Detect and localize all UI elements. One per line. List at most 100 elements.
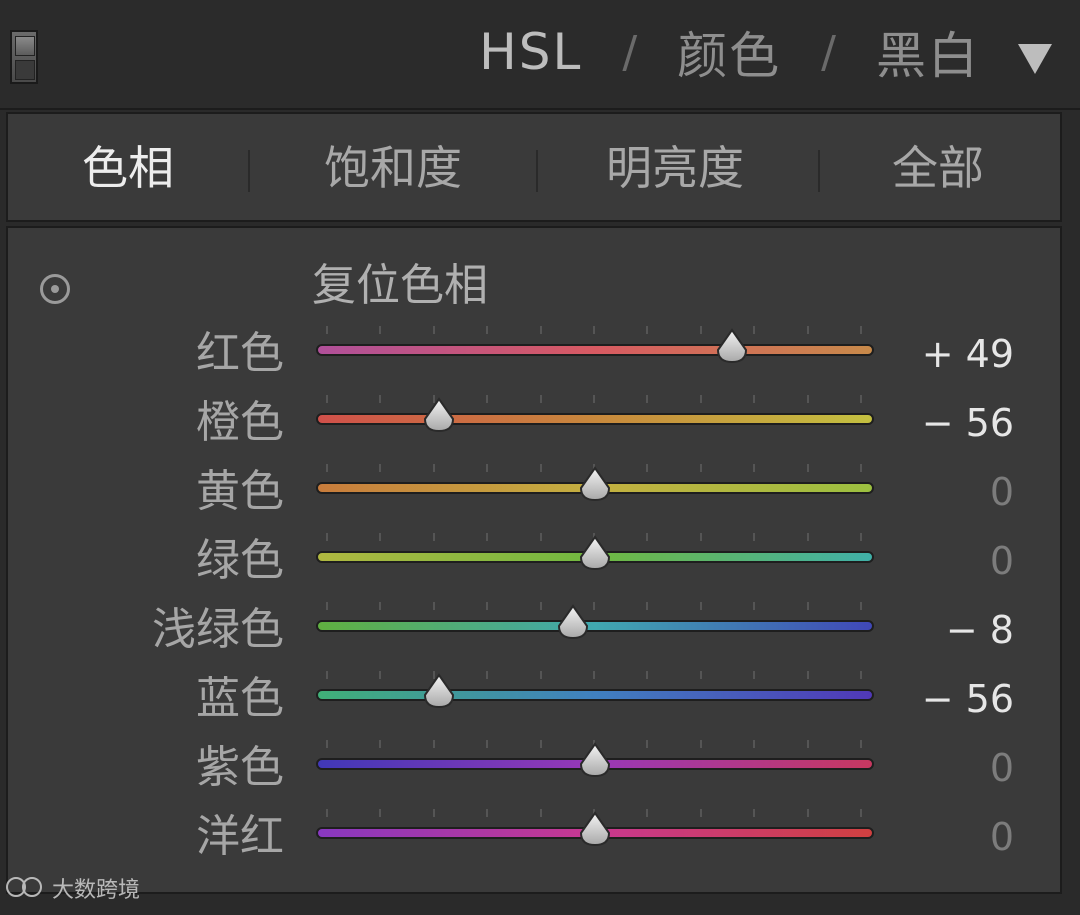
tab-divider xyxy=(536,150,538,192)
slider-tick xyxy=(860,602,862,610)
slider-tick xyxy=(326,464,328,472)
slider-value[interactable]: 0 xyxy=(990,531,1014,591)
slider-thumb[interactable] xyxy=(553,602,593,642)
slider-tick xyxy=(753,740,756,748)
slider-tick xyxy=(860,326,862,334)
slider-tick xyxy=(432,602,435,610)
slider-tick xyxy=(486,602,489,610)
tab-luminance[interactable]: 明亮度 xyxy=(606,140,744,196)
slider-value[interactable]: + 49 xyxy=(922,324,1014,384)
reset-hue-button[interactable]: 复位色相 xyxy=(312,258,488,314)
tab-hue[interactable]: 色相 xyxy=(82,140,174,196)
slider-tick xyxy=(486,809,489,817)
slider-thumb[interactable] xyxy=(419,395,459,435)
slider-value[interactable]: 0 xyxy=(990,462,1014,522)
slider-tick xyxy=(699,326,702,334)
slider-tick xyxy=(753,809,756,817)
slider-tick xyxy=(860,395,862,403)
slider-value[interactable]: − 8 xyxy=(946,600,1014,660)
slider-thumb[interactable] xyxy=(419,671,459,711)
slider-value[interactable]: − 56 xyxy=(922,669,1014,729)
hue-slider[interactable] xyxy=(316,531,874,591)
hue-sliders-panel: 复位色相 红色 + 49 橙色 − 56 黄色 0 绿色 0 浅绿色 − 8 蓝色 − 56 紫色 0 洋红… xyxy=(6,226,1062,894)
hue-slider[interactable] xyxy=(316,462,874,522)
slider-tick xyxy=(539,809,542,817)
slider-row: 浅绿色 − 8 xyxy=(8,600,1064,660)
slider-tick xyxy=(379,326,382,334)
slider-tick xyxy=(699,602,702,610)
slider-tick xyxy=(593,671,595,679)
mode-hsl[interactable]: HSL xyxy=(479,23,582,81)
slider-tick xyxy=(806,671,809,679)
slider-tick xyxy=(326,533,328,541)
slider-tick xyxy=(753,602,756,610)
slider-tick xyxy=(486,533,489,541)
slider-tick xyxy=(699,671,702,679)
slider-thumb[interactable] xyxy=(575,809,615,849)
slider-tick xyxy=(539,602,542,610)
slider-tick xyxy=(539,395,542,403)
slider-thumb[interactable] xyxy=(712,326,752,366)
watermark: 大数跨境 xyxy=(6,872,140,904)
slider-tick xyxy=(379,602,382,610)
panel-mode-switcher: HSL / 颜色 / 黑白 xyxy=(479,22,980,85)
slider-tick xyxy=(860,671,862,679)
slider-track[interactable] xyxy=(316,689,874,701)
slider-tick xyxy=(326,395,328,403)
slider-tick xyxy=(539,326,542,334)
slider-tick xyxy=(753,464,756,472)
slider-label: 洋红 xyxy=(196,811,284,862)
slider-tick xyxy=(860,809,862,817)
slider-track[interactable] xyxy=(316,413,874,425)
slider-tick xyxy=(806,464,809,472)
hue-slider[interactable] xyxy=(316,600,874,660)
slider-tick xyxy=(379,809,382,817)
slider-tick xyxy=(379,464,382,472)
slider-tick xyxy=(753,395,756,403)
hue-slider[interactable] xyxy=(316,669,874,729)
slider-tick xyxy=(753,533,756,541)
slider-label: 浅绿色 xyxy=(152,604,284,655)
tab-saturation[interactable]: 饱和度 xyxy=(324,140,462,196)
slider-tick xyxy=(379,395,382,403)
panel-switch-toggle[interactable] xyxy=(10,30,38,84)
slider-tick xyxy=(379,671,382,679)
slider-tick xyxy=(699,740,702,748)
triangle-down-icon[interactable] xyxy=(1018,44,1052,74)
hue-slider[interactable] xyxy=(316,324,874,384)
slider-tick xyxy=(646,740,649,748)
hue-slider[interactable] xyxy=(316,738,874,798)
slider-value[interactable]: 0 xyxy=(990,807,1014,867)
mode-color[interactable]: 颜色 xyxy=(677,16,781,88)
target-adjust-icon[interactable] xyxy=(40,274,70,304)
slider-tick xyxy=(646,395,649,403)
slider-thumb[interactable] xyxy=(575,533,615,573)
hue-slider[interactable] xyxy=(316,393,874,453)
slider-tick xyxy=(539,533,542,541)
slider-label: 紫色 xyxy=(196,742,284,793)
slider-tick xyxy=(432,464,435,472)
slider-value[interactable]: − 56 xyxy=(922,393,1014,453)
slider-value[interactable]: 0 xyxy=(990,738,1014,798)
slider-tick xyxy=(646,326,649,334)
mode-bw[interactable]: 黑白 xyxy=(876,16,980,88)
slider-thumb[interactable] xyxy=(575,740,615,780)
slider-tick xyxy=(646,533,649,541)
slider-tick xyxy=(699,809,702,817)
slider-tick xyxy=(486,671,489,679)
slider-track[interactable] xyxy=(316,620,874,632)
slider-track[interactable] xyxy=(316,344,874,356)
slider-tick xyxy=(326,326,328,334)
slider-tick xyxy=(753,671,756,679)
slider-thumb[interactable] xyxy=(575,464,615,504)
tab-all[interactable]: 全部 xyxy=(892,140,984,196)
slider-tick xyxy=(860,464,862,472)
slider-tick xyxy=(806,602,809,610)
slider-tick xyxy=(806,395,809,403)
hsl-panel: HSL / 颜色 / 黑白 色相 饱和度 明亮度 全部 复位色相 红色 + 49 橙… xyxy=(0,0,1080,915)
hue-slider[interactable] xyxy=(316,807,874,867)
slider-tick xyxy=(699,395,702,403)
tab-divider xyxy=(818,150,820,192)
mode-separator: / xyxy=(622,26,638,78)
slider-label: 绿色 xyxy=(196,535,284,586)
